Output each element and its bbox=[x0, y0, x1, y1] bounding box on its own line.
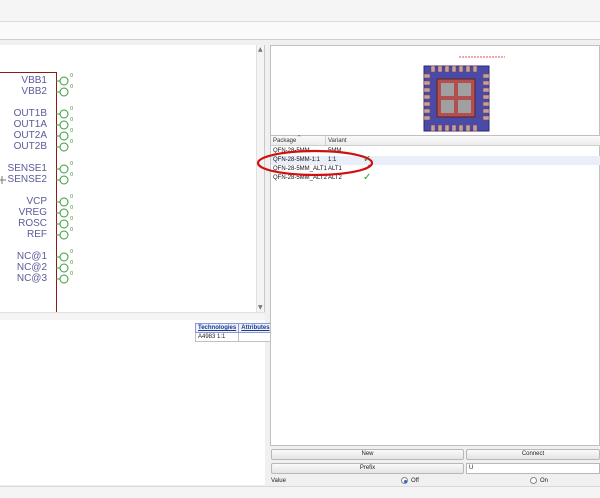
status-bar bbox=[0, 486, 600, 498]
package-column-header[interactable]: Package bbox=[273, 138, 296, 144]
svg-text:0: 0 bbox=[70, 161, 73, 167]
table-row[interactable]: A4983 1:1 bbox=[194, 332, 273, 342]
svg-text:0: 0 bbox=[70, 205, 73, 211]
pin-circle: 0 bbox=[56, 172, 73, 185]
pin-circle: 0 bbox=[56, 227, 73, 240]
attributes-header[interactable]: Attributes bbox=[238, 323, 273, 333]
svg-text:0: 0 bbox=[70, 249, 73, 255]
svg-text:0: 0 bbox=[70, 128, 73, 134]
pin-circle: 0 bbox=[56, 271, 73, 284]
pin-label: OUT1B bbox=[13, 108, 47, 119]
attribute-cell[interactable] bbox=[238, 332, 273, 342]
svg-text:0: 0 bbox=[70, 227, 73, 233]
svg-text:0: 0 bbox=[70, 84, 73, 90]
pin-circle: 0 bbox=[56, 84, 73, 97]
pin-label: VBB1 bbox=[21, 75, 47, 86]
svg-text:0: 0 bbox=[70, 260, 73, 266]
pin-label: NC@2 bbox=[16, 262, 47, 273]
menu-bar bbox=[0, 0, 600, 22]
scroll-up-icon[interactable]: ▲ bbox=[258, 46, 263, 53]
pin-label: OUT2B bbox=[13, 141, 47, 152]
svg-text:0: 0 bbox=[70, 271, 73, 277]
pin-connectors: 0 0 0 0 0 0 0 0 0 0 0 0 0 0 0 bbox=[56, 73, 73, 284]
pin-label: SENSE1 bbox=[7, 163, 47, 174]
pin-label: VREG bbox=[18, 207, 47, 218]
pin-label: OUT1A bbox=[13, 119, 47, 130]
on-label: On bbox=[540, 478, 549, 484]
technologies-header[interactable]: Technologies bbox=[194, 323, 240, 333]
package-list-header: Package ^ Variant bbox=[271, 135, 600, 146]
connect-button[interactable]: Connect bbox=[466, 449, 600, 460]
technologies-panel: Technologies Attributes A4983 1:1 bbox=[0, 320, 273, 485]
new-button[interactable]: New bbox=[271, 449, 464, 460]
column-separator[interactable] bbox=[325, 136, 326, 146]
pin-label: VCP bbox=[26, 196, 47, 207]
technology-cell[interactable]: A4983 1:1 bbox=[194, 332, 240, 342]
svg-text:0: 0 bbox=[70, 216, 73, 222]
prefix-field[interactable]: U bbox=[466, 463, 600, 474]
package-preview bbox=[270, 45, 600, 136]
technologies-table[interactable]: Technologies Attributes A4983 1:1 bbox=[194, 323, 273, 342]
pin-label: REF bbox=[27, 229, 47, 240]
off-label: Off bbox=[411, 478, 419, 484]
svg-text:0: 0 bbox=[70, 194, 73, 200]
prefix-button[interactable]: Prefix bbox=[271, 463, 464, 474]
package-list[interactable]: Package ^ Variant QFN-28-5MM 5MM QFN-28-… bbox=[256, 135, 600, 446]
qfn-footprint-preview bbox=[423, 56, 505, 132]
svg-text:0: 0 bbox=[70, 73, 73, 79]
scroll-down-icon[interactable]: ▼ bbox=[258, 304, 263, 311]
svg-text:0: 0 bbox=[70, 139, 73, 145]
horizontal-scrollbar[interactable] bbox=[0, 312, 265, 320]
pin-circle: 0 bbox=[56, 139, 73, 152]
svg-text:0: 0 bbox=[70, 172, 73, 178]
toolbar bbox=[0, 22, 600, 40]
value-on-radio[interactable] bbox=[530, 477, 537, 484]
value-off-radio[interactable] bbox=[401, 477, 408, 484]
svg-text:0: 0 bbox=[70, 106, 73, 112]
pin-label: VBB2 bbox=[21, 86, 47, 97]
variant-column-header[interactable]: Variant bbox=[328, 138, 347, 144]
pin-label: NC@3 bbox=[16, 273, 47, 284]
svg-text:0: 0 bbox=[70, 117, 73, 123]
annotation-ellipse bbox=[256, 149, 374, 177]
schematic-view[interactable]: VBB1 VBB2 OUT1B OUT1A OUT2A OUT2B SENSE1… bbox=[0, 45, 265, 315]
pin-label: ROSC bbox=[18, 218, 47, 229]
pin-label: NC@1 bbox=[16, 251, 47, 262]
origin-cross-icon bbox=[0, 176, 6, 184]
sort-arrow-icon: ^ bbox=[297, 135, 302, 141]
pin-label: OUT2A bbox=[13, 130, 47, 141]
value-label: Value bbox=[271, 478, 286, 484]
